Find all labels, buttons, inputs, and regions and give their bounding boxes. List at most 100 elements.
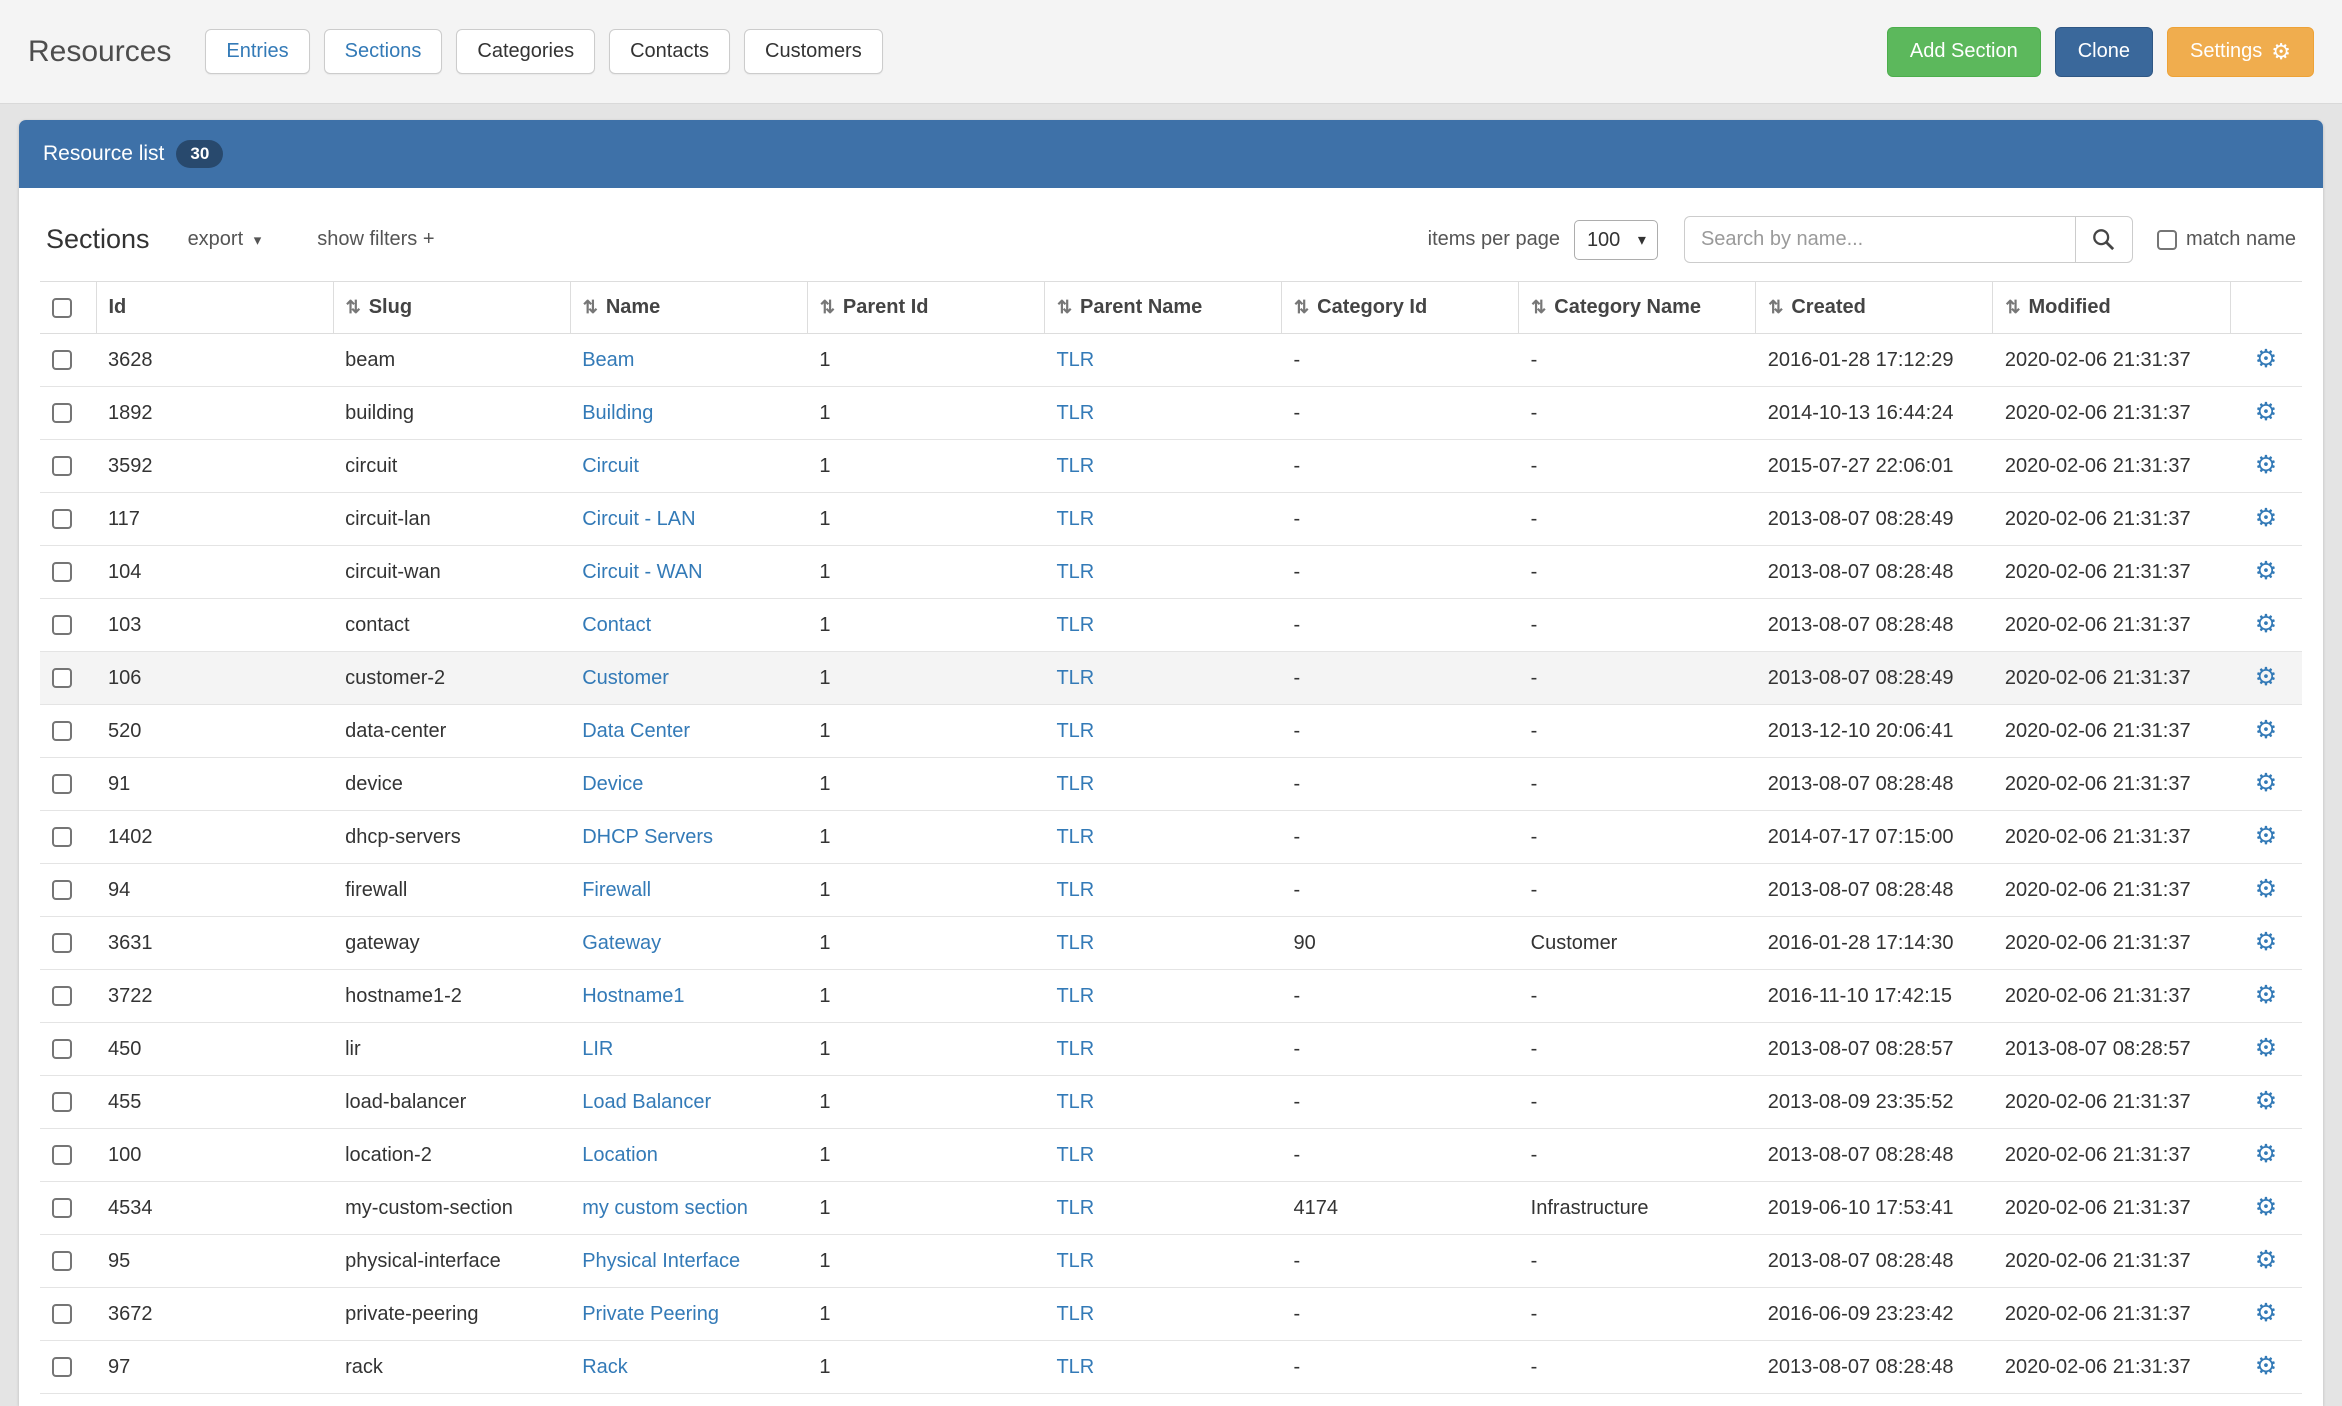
resource-name-link[interactable]: Physical Interface — [582, 1250, 740, 1272]
row-checkbox[interactable] — [52, 880, 72, 900]
resource-name-link[interactable]: Circuit - LAN — [582, 508, 695, 530]
parent-name-link[interactable]: TLR — [1056, 508, 1094, 530]
row-settings-gear-icon[interactable]: ⚙ — [2255, 875, 2277, 903]
column-header-slug[interactable]: ⇅Slug — [333, 282, 570, 334]
column-header-category-name[interactable]: ⇅Category Name — [1519, 282, 1756, 334]
row-settings-gear-icon[interactable]: ⚙ — [2255, 769, 2277, 797]
row-settings-gear-icon[interactable]: ⚙ — [2255, 1193, 2277, 1221]
row-checkbox[interactable] — [52, 774, 72, 794]
match-name-option[interactable]: match name — [2157, 228, 2296, 251]
resource-name-link[interactable]: Customer — [582, 667, 669, 689]
column-header-created[interactable]: ⇅Created — [1756, 282, 1993, 334]
resource-name-link[interactable]: Circuit — [582, 455, 639, 477]
row-settings-gear-icon[interactable]: ⚙ — [2255, 557, 2277, 585]
parent-name-link[interactable]: TLR — [1056, 773, 1094, 795]
row-settings-gear-icon[interactable]: ⚙ — [2255, 398, 2277, 426]
row-settings-gear-icon[interactable]: ⚙ — [2255, 451, 2277, 479]
row-settings-gear-icon[interactable]: ⚙ — [2255, 1352, 2277, 1380]
row-checkbox[interactable] — [52, 1357, 72, 1377]
parent-name-link[interactable]: TLR — [1056, 720, 1094, 742]
row-settings-gear-icon[interactable]: ⚙ — [2255, 822, 2277, 850]
row-settings-gear-icon[interactable]: ⚙ — [2255, 504, 2277, 532]
resource-name-link[interactable]: Beam — [582, 349, 634, 371]
row-checkbox[interactable] — [52, 1092, 72, 1112]
resource-name-link[interactable]: Circuit - WAN — [582, 561, 702, 583]
tab-sections[interactable]: Sections — [324, 29, 443, 74]
column-header-parent-name[interactable]: ⇅Parent Name — [1044, 282, 1281, 334]
column-header-modified[interactable]: ⇅Modified — [1993, 282, 2230, 334]
row-checkbox[interactable] — [52, 1304, 72, 1324]
row-checkbox[interactable] — [52, 668, 72, 688]
row-settings-gear-icon[interactable]: ⚙ — [2255, 1140, 2277, 1168]
row-checkbox[interactable] — [52, 1198, 72, 1218]
resource-name-link[interactable]: Gateway — [582, 932, 661, 954]
resource-name-link[interactable]: Hostname1 — [582, 985, 684, 1007]
resource-name-link[interactable]: Firewall — [582, 879, 651, 901]
parent-name-link[interactable]: TLR — [1056, 932, 1094, 954]
parent-name-link[interactable]: TLR — [1056, 1250, 1094, 1272]
column-header-name[interactable]: ⇅Name — [570, 282, 807, 334]
row-settings-gear-icon[interactable]: ⚙ — [2255, 716, 2277, 744]
row-checkbox[interactable] — [52, 456, 72, 476]
row-checkbox[interactable] — [52, 615, 72, 635]
row-settings-gear-icon[interactable]: ⚙ — [2255, 610, 2277, 638]
parent-name-link[interactable]: TLR — [1056, 985, 1094, 1007]
search-button[interactable] — [2075, 216, 2133, 263]
resource-name-link[interactable]: DHCP Servers — [582, 826, 713, 848]
parent-name-link[interactable]: TLR — [1056, 667, 1094, 689]
tab-customers[interactable]: Customers — [744, 29, 883, 74]
parent-name-link[interactable]: TLR — [1056, 1091, 1094, 1113]
parent-name-link[interactable]: TLR — [1056, 1144, 1094, 1166]
parent-name-link[interactable]: TLR — [1056, 1038, 1094, 1060]
parent-name-link[interactable]: TLR — [1056, 349, 1094, 371]
resource-name-link[interactable]: my custom section — [582, 1197, 748, 1219]
row-checkbox[interactable] — [52, 350, 72, 370]
resource-name-link[interactable]: Device — [582, 773, 643, 795]
settings-button[interactable]: Settings ⚙ — [2167, 27, 2314, 77]
row-settings-gear-icon[interactable]: ⚙ — [2255, 928, 2277, 956]
parent-name-link[interactable]: TLR — [1056, 879, 1094, 901]
resource-name-link[interactable]: Contact — [582, 614, 651, 636]
parent-name-link[interactable]: TLR — [1056, 1303, 1094, 1325]
search-input[interactable] — [1684, 216, 2076, 263]
row-checkbox[interactable] — [52, 933, 72, 953]
parent-name-link[interactable]: TLR — [1056, 614, 1094, 636]
parent-name-link[interactable]: TLR — [1056, 826, 1094, 848]
row-checkbox[interactable] — [52, 1039, 72, 1059]
row-checkbox[interactable] — [52, 986, 72, 1006]
row-settings-gear-icon[interactable]: ⚙ — [2255, 1246, 2277, 1274]
row-settings-gear-icon[interactable]: ⚙ — [2255, 981, 2277, 1009]
match-name-checkbox[interactable] — [2157, 230, 2177, 250]
parent-name-link[interactable]: TLR — [1056, 1197, 1094, 1219]
parent-name-link[interactable]: TLR — [1056, 561, 1094, 583]
row-checkbox[interactable] — [52, 1145, 72, 1165]
resource-name-link[interactable]: Rack — [582, 1356, 628, 1378]
row-checkbox[interactable] — [52, 1251, 72, 1271]
tab-entries[interactable]: Entries — [205, 29, 309, 74]
row-settings-gear-icon[interactable]: ⚙ — [2255, 1299, 2277, 1327]
items-per-page-select[interactable]: 100 — [1574, 220, 1658, 260]
clone-button[interactable]: Clone — [2055, 27, 2153, 77]
row-checkbox[interactable] — [52, 403, 72, 423]
row-checkbox[interactable] — [52, 509, 72, 529]
export-dropdown[interactable]: export ▾ — [188, 228, 262, 251]
row-checkbox[interactable] — [52, 721, 72, 741]
row-checkbox[interactable] — [52, 827, 72, 847]
parent-name-link[interactable]: TLR — [1056, 1356, 1094, 1378]
resource-name-link[interactable]: Location — [582, 1144, 658, 1166]
resource-name-link[interactable]: Load Balancer — [582, 1091, 711, 1113]
row-settings-gear-icon[interactable]: ⚙ — [2255, 1034, 2277, 1062]
resource-name-link[interactable]: Private Peering — [582, 1303, 719, 1325]
show-filters-toggle[interactable]: show filters + — [317, 228, 434, 251]
column-header-category-id[interactable]: ⇅Category Id — [1282, 282, 1519, 334]
parent-name-link[interactable]: TLR — [1056, 455, 1094, 477]
tab-categories[interactable]: Categories — [456, 29, 595, 74]
select-all-checkbox[interactable] — [52, 298, 72, 318]
column-header-parent-id[interactable]: ⇅Parent Id — [807, 282, 1044, 334]
tab-contacts[interactable]: Contacts — [609, 29, 730, 74]
row-checkbox[interactable] — [52, 562, 72, 582]
resource-name-link[interactable]: LIR — [582, 1038, 613, 1060]
row-settings-gear-icon[interactable]: ⚙ — [2255, 663, 2277, 691]
row-settings-gear-icon[interactable]: ⚙ — [2255, 345, 2277, 373]
resource-name-link[interactable]: Data Center — [582, 720, 690, 742]
